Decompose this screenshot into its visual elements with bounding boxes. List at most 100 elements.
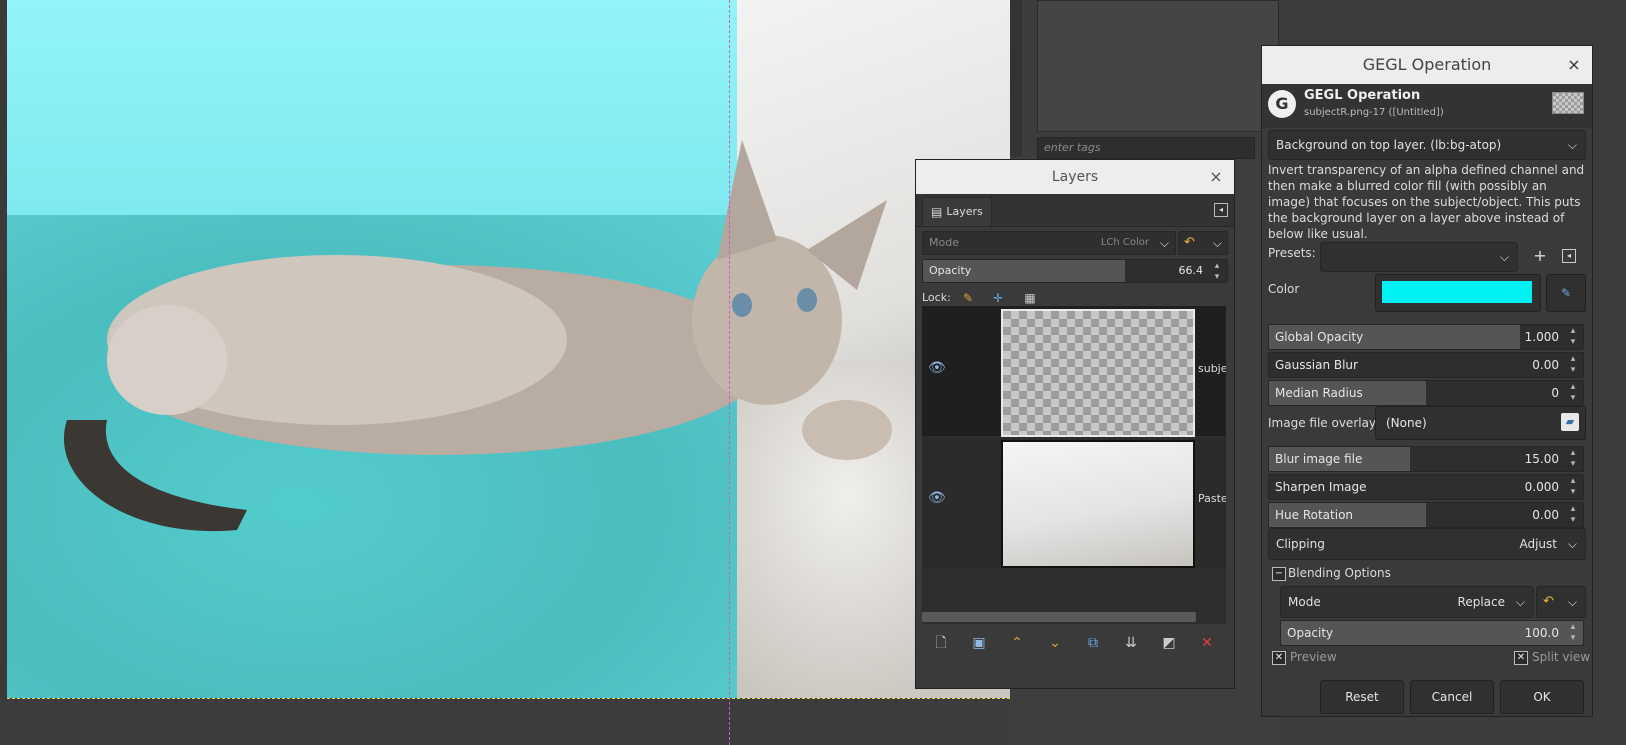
layers-close-button[interactable]: × (1206, 160, 1226, 194)
delete-layer-icon[interactable]: ✕ (1194, 630, 1220, 656)
layer-mode-select[interactable]: Mode LCh Color ⌵ (922, 231, 1176, 255)
slider-label: Global Opacity (1275, 330, 1364, 344)
slider-value: 0.000 (1524, 480, 1559, 494)
kitten-image (63, 140, 892, 532)
split-view-checkbox[interactable]: ✕ (1514, 651, 1528, 665)
raise-layer-icon[interactable]: ⌃ (1004, 630, 1030, 656)
slider-spinner[interactable]: ▴ ▾ (1565, 354, 1581, 376)
color-label: Color (1268, 282, 1300, 296)
gaussian-blur-slider[interactable]: Gaussian Blur 0.00 ▴ ▾ (1268, 352, 1584, 378)
chevron-down-icon: ⌵ (1567, 595, 1577, 609)
tab-layers[interactable]: ▤ Layers (922, 197, 992, 226)
gegl-header: G GEGL Operation subjectR.png-17 ([Untit… (1262, 84, 1592, 128)
slider-spinner[interactable]: ▴ ▾ (1565, 622, 1581, 644)
slider-spinner[interactable]: ▴ ▾ (1565, 382, 1581, 404)
operation-value: Background on top layer. (lb:bg-atop) (1276, 138, 1502, 152)
canvas-boundary (7, 698, 1010, 699)
tab-menu-icon[interactable]: ◂ (1214, 203, 1228, 217)
cancel-button[interactable]: Cancel (1410, 680, 1494, 714)
tags-input[interactable]: enter tags (1037, 137, 1255, 159)
blend-mode-select[interactable]: Mode Replace ⌵ (1280, 586, 1534, 618)
blending-options-label: Blending Options (1288, 566, 1391, 580)
slider-label: Hue Rotation (1275, 508, 1354, 522)
slider-value: 15.00 (1524, 452, 1559, 466)
lower-layer-icon[interactable]: ⌄ (1042, 630, 1068, 656)
image-canvas[interactable] (7, 0, 1010, 698)
blend-mode-label: Mode (1288, 595, 1321, 609)
layer-opacity-slider[interactable]: Opacity 66.4 ▴ ▾ (922, 259, 1228, 283)
image-overlay-label: Image file overlay (1268, 416, 1377, 430)
slider-spinner[interactable]: ▴ ▾ (1565, 504, 1581, 526)
gegl-header-title: GEGL Operation (1304, 88, 1421, 103)
lock-label: Lock: (922, 291, 951, 304)
chevron-down-icon: ⌵ (1499, 250, 1509, 264)
slider-value: 0 (1551, 386, 1559, 400)
dock-upper-panel (1037, 0, 1279, 132)
slider-spinner[interactable]: ▴ ▾ (1565, 326, 1581, 348)
opacity-label: Opacity (929, 264, 972, 277)
blending-collapse-icon[interactable]: − (1272, 567, 1286, 581)
slider-label: Sharpen Image (1275, 480, 1367, 494)
layers-toolbar: 🗋 ▣ ⌃ ⌄ ⧉ ⇊ ◩ ✕ (922, 630, 1226, 658)
operation-select[interactable]: Background on top layer. (lb:bg-atop) ⌵ (1268, 130, 1586, 160)
duplicate-layer-icon[interactable]: ⧉ (1080, 630, 1106, 656)
mask-layer-icon[interactable]: ◩ (1156, 630, 1182, 656)
new-layer-icon[interactable]: 🗋 (928, 630, 954, 656)
opacity-value: 66.4 (1178, 264, 1204, 277)
layers-window-title: Layers (1051, 169, 1099, 185)
lock-alpha-icon[interactable]: ▦ (1020, 288, 1040, 308)
reset-button[interactable]: Reset (1320, 680, 1404, 714)
clipping-select[interactable]: Clipping Adjust ⌵ (1268, 528, 1586, 560)
new-group-icon[interactable]: ▣ (966, 630, 992, 656)
eye-icon[interactable]: 👁 (928, 490, 946, 506)
layer-row[interactable]: 👁 Pastec (922, 438, 1226, 568)
lock-pixels-icon[interactable]: ✎ (958, 288, 978, 308)
open-folder-icon: ▰ (1561, 413, 1579, 431)
mode-label: Mode (929, 236, 959, 249)
clipping-label: Clipping (1276, 537, 1325, 551)
image-overlay-file-button[interactable]: (None) ▰ (1375, 406, 1586, 440)
preview-checkbox[interactable]: ✕ (1272, 651, 1286, 665)
eye-icon[interactable]: 👁 (928, 360, 946, 376)
layers-scrollbar[interactable] (922, 612, 1196, 622)
blur-image-file-slider[interactable]: Blur image file 15.00 ▴ ▾ (1268, 446, 1584, 472)
layer-name[interactable]: Pastec (1198, 492, 1226, 505)
add-preset-icon[interactable]: + (1530, 242, 1550, 270)
presets-label: Presets: (1268, 246, 1316, 260)
slider-spinner[interactable]: ▴ ▾ (1565, 476, 1581, 498)
split-view-label: Split view (1532, 650, 1591, 664)
lock-position-icon[interactable]: ✛ (988, 288, 1008, 308)
global-opacity-slider[interactable]: Global Opacity 1.000 ▴ ▾ (1268, 324, 1584, 350)
ok-button[interactable]: OK (1500, 680, 1584, 714)
composite-mode-select[interactable]: ↶ ⌵ (1178, 231, 1228, 255)
blend-composite-select[interactable]: ↶ ⌵ (1536, 586, 1586, 618)
gegl-titlebar[interactable]: GEGL Operation (1262, 46, 1592, 84)
hue-rotation-slider[interactable]: Hue Rotation 0.00 ▴ ▾ (1268, 502, 1584, 528)
color-button[interactable] (1375, 274, 1541, 312)
color-swatch (1382, 281, 1532, 303)
preset-menu-icon[interactable]: ◂ (1562, 249, 1576, 263)
merge-layer-icon[interactable]: ⇊ (1118, 630, 1144, 656)
blend-opacity-slider[interactable]: Opacity 100.0 ▴ ▾ (1280, 620, 1584, 646)
opacity-spinner[interactable]: ▴ ▾ (1209, 261, 1225, 282)
slider-label: Blur image file (1275, 452, 1363, 466)
layer-name[interactable]: subjec (1198, 362, 1226, 375)
median-radius-slider[interactable]: Median Radius 0 ▴ ▾ (1268, 380, 1584, 406)
chevron-down-icon: ⌵ (1567, 138, 1577, 152)
reset-arrow-icon: ↶ (1543, 594, 1554, 609)
slider-spinner[interactable]: ▴ ▾ (1565, 448, 1581, 470)
gegl-dialog: GEGL Operation × G GEGL Operation subjec… (1261, 45, 1593, 717)
layers-titlebar[interactable]: Layers (916, 160, 1234, 194)
chevron-down-icon: ⌵ (1159, 236, 1169, 250)
layers-tabbar: ▤ Layers ◂ (916, 194, 1234, 227)
layers-stack-icon: ▤ (931, 205, 943, 219)
clipping-value: Adjust (1519, 537, 1557, 551)
split-view-divider[interactable] (729, 0, 730, 745)
mode-value: LCh Color (1100, 237, 1149, 248)
color-picker-icon[interactable]: ✎ (1546, 274, 1586, 312)
operation-description: Invert transparency of an alpha defined … (1268, 163, 1585, 241)
sharpen-image-slider[interactable]: Sharpen Image 0.000 ▴ ▾ (1268, 474, 1584, 500)
layer-row[interactable]: 👁 subjec (922, 306, 1226, 437)
gegl-close-button[interactable]: × (1564, 46, 1584, 84)
presets-select[interactable]: ⌵ (1320, 242, 1518, 272)
